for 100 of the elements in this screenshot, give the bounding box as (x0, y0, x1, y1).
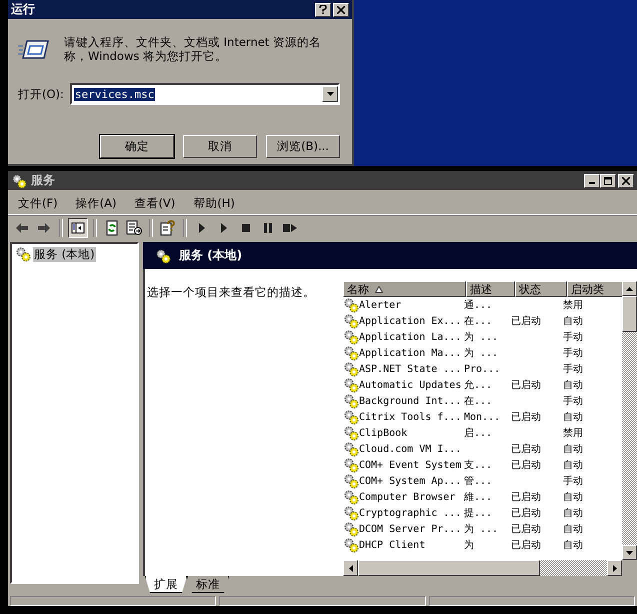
gears-icon (343, 521, 359, 537)
service-name[interactable]: COM+ Event System (359, 460, 462, 470)
gears-icon (343, 537, 359, 553)
service-name[interactable]: Citrix Tools f... (359, 412, 462, 422)
service-name[interactable]: Application Ex... (359, 316, 462, 326)
forward-arrow-icon (36, 220, 52, 236)
window-title: 运行 (11, 1, 36, 18)
scroll-right-button[interactable] (607, 560, 622, 576)
vertical-scrollbar[interactable] (622, 281, 637, 560)
menu-item[interactable]: 文件(F) (18, 196, 58, 210)
table-cell-text: 禁用 (563, 426, 583, 440)
service-name[interactable]: Alerter (359, 300, 402, 310)
column-header[interactable]: 描述 (466, 281, 515, 297)
gears-icon (15, 246, 31, 262)
field-label: 打开(O): (18, 86, 64, 102)
service-name[interactable]: ASP.NET State ... (359, 364, 462, 374)
table-cell-text: 維... (464, 491, 492, 504)
column-header[interactable]: 状态 (515, 281, 567, 297)
table-cell-text: 手动 (563, 330, 583, 344)
table-cell-text: 自动 (563, 443, 583, 456)
minimize-icon (589, 182, 595, 184)
maximize-button[interactable] (600, 174, 616, 188)
table-cell-text: 允... (464, 378, 492, 392)
service-name[interactable]: Cryptographic ... (359, 508, 462, 518)
table-cell-text: 自动 (563, 411, 583, 424)
scroll-thumb[interactable] (358, 560, 540, 576)
scroll-up-button[interactable] (622, 281, 637, 296)
gears-icon (343, 329, 359, 345)
gears-icon (343, 313, 359, 329)
service-name[interactable]: DHCP Client (359, 540, 426, 550)
question-mark-icon (319, 5, 327, 14)
table-cell: Pro... (464, 364, 500, 374)
export-list-button[interactable] (124, 218, 144, 238)
gears-icon (343, 297, 359, 313)
gears-icon (343, 361, 359, 377)
help-page-button[interactable] (158, 218, 178, 238)
refresh-icon (104, 220, 120, 236)
close-button[interactable] (333, 2, 349, 16)
gears-icon (343, 441, 359, 457)
view-tab[interactable]: 标准 (187, 576, 229, 593)
dialog-button[interactable]: 确定 (100, 135, 174, 158)
scroll-down-button[interactable] (622, 545, 637, 560)
panel-title: 服务 (本地) (179, 247, 242, 264)
gears-icon (343, 505, 359, 521)
service-name[interactable]: Automatic Updates (359, 380, 462, 390)
view-tab[interactable]: 扩展 (145, 576, 187, 593)
service-name[interactable]: Background Int... (359, 396, 462, 406)
gears-icon (155, 248, 171, 264)
gears-icon (343, 345, 359, 361)
export-list-icon (126, 220, 142, 236)
table-cell-text: 启... (464, 426, 492, 440)
minimize-button[interactable] (584, 174, 600, 188)
table-cell-text: 禁用 (563, 298, 583, 312)
description-text: 选择一个项目来查看它的描述。 (146, 284, 316, 301)
table-cell-text: 已启动 (511, 458, 541, 472)
service-name[interactable]: Application La... (359, 332, 462, 342)
service-name[interactable]: Computer Browser (359, 492, 456, 502)
tree-item[interactable]: 服务 (本地) (33, 246, 96, 262)
table-cell-text: 已启动 (511, 378, 541, 392)
table-cell-text: 提... (464, 507, 492, 520)
caret-up-icon (626, 286, 633, 290)
help-page-icon (160, 220, 176, 236)
column-header[interactable]: 启动类 (567, 281, 622, 297)
service-name[interactable]: Application Ma... (359, 348, 462, 358)
table-cell-text: 为 ... (464, 346, 498, 360)
dialog-button[interactable]: 浏览(B)... (266, 135, 340, 158)
table-cell-text: 自动 (563, 379, 583, 392)
table-cell-text: 已启动 (511, 410, 541, 424)
service-name[interactable]: Cloud.com VM I... (359, 444, 462, 454)
service-name[interactable]: DCOM Server Pr... (359, 524, 462, 534)
scroll-thumb[interactable] (622, 296, 637, 332)
table-cell-text: 自动 (563, 315, 583, 328)
tree-pane-button[interactable] (68, 218, 88, 238)
dialog-button[interactable]: 取消 (183, 135, 257, 158)
table-cell-text: 为 (464, 538, 474, 552)
gears-icon (343, 377, 359, 393)
dropdown-button[interactable] (322, 86, 338, 102)
table-cell-text: 已启动 (511, 538, 541, 552)
service-name[interactable]: COM+ System Ap... (359, 476, 462, 486)
menu-item[interactable]: 帮助(H) (193, 196, 235, 210)
close-button[interactable] (618, 174, 634, 188)
menu-item[interactable]: 操作(A) (76, 196, 116, 210)
caret-left-icon (348, 564, 352, 572)
horizontal-scrollbar[interactable] (343, 560, 622, 576)
table-cell-text: 在... (464, 395, 492, 408)
table-cell-text: 自动 (563, 459, 583, 472)
menu-item[interactable]: 查看(V) (134, 196, 176, 210)
gears-icon (343, 393, 359, 409)
table-cell-text: 手动 (563, 474, 583, 488)
table-cell-text: 支... (464, 458, 492, 472)
help-button[interactable] (315, 2, 331, 16)
table-cell-text: 通... (464, 298, 492, 312)
gears-icon (343, 457, 359, 473)
scroll-left-button[interactable] (343, 560, 358, 576)
column-header[interactable]: 名称 (343, 281, 466, 297)
service-name[interactable]: ClipBook (359, 428, 408, 438)
gears-icon (343, 489, 359, 505)
command-field[interactable]: services.msc (70, 83, 340, 105)
table-cell: Mon... (464, 412, 500, 422)
table-cell-text: 自动 (563, 507, 583, 520)
